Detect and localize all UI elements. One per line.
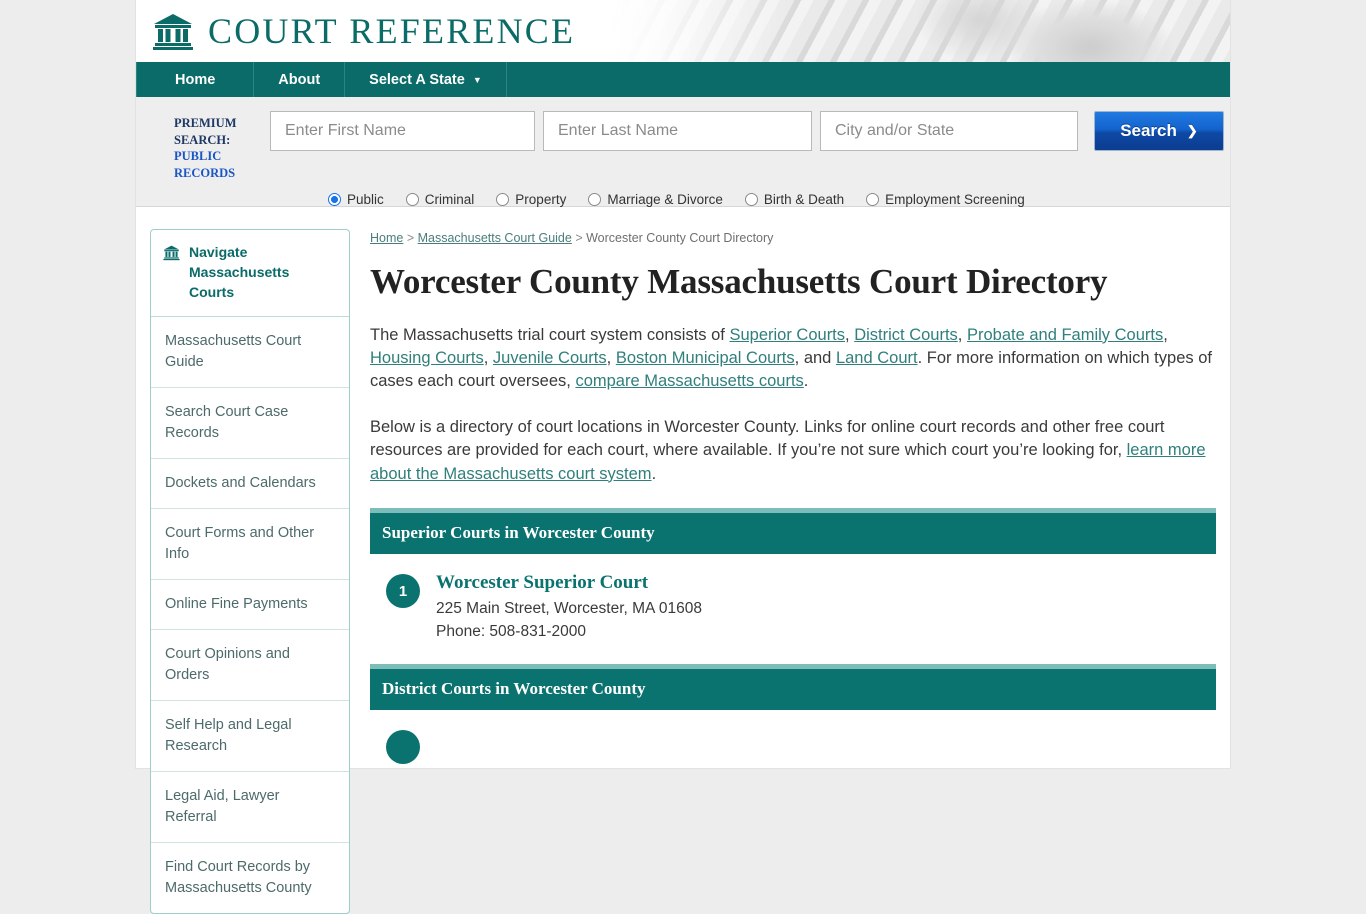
link-juvenile-courts[interactable]: Juvenile Courts — [493, 349, 607, 367]
sidebar-header: Navigate Massachusetts Courts — [151, 230, 349, 317]
link-district-courts[interactable]: District Courts — [854, 326, 958, 344]
intro-paragraph: The Massachusetts trial court system con… — [370, 324, 1216, 394]
breadcrumb-home-link[interactable]: Home — [370, 231, 403, 245]
directory-note-paragraph: Below is a directory of court locations … — [370, 416, 1216, 486]
directory-note-text-2: . — [651, 464, 657, 483]
primary-navigation: Home About Select A State ▼ — [136, 62, 1230, 97]
courthouse-icon — [163, 244, 180, 261]
breadcrumb: Home > Massachusetts Court Guide > Worce… — [370, 231, 1216, 245]
sidebar-item-court-forms-and-other-info[interactable]: Court Forms and Other Info — [151, 509, 349, 580]
radio-option-employment-screening[interactable]: Employment Screening — [866, 192, 1025, 207]
court-phone: Phone: 508-831-2000 — [436, 622, 586, 640]
sidebar-header-text: Navigate Massachusetts Courts — [189, 243, 337, 303]
intro-text-1: The Massachusetts trial court system con… — [370, 325, 730, 344]
nav-item-home[interactable]: Home — [136, 62, 255, 97]
radio-option-criminal[interactable]: Criminal — [405, 192, 475, 207]
court-name-link[interactable]: Worcester Superior Court — [436, 572, 648, 594]
premium-label-line-4: RECORDS — [174, 165, 236, 180]
breadcrumb-current: Worcester County Court Directory — [586, 231, 774, 245]
radio-property-label: Property — [515, 192, 567, 207]
intro-text-9: . — [803, 372, 809, 391]
nav-item-about-label: About — [278, 71, 321, 88]
premium-label-line-3: PUBLIC — [174, 149, 222, 163]
search-category-radio-group: Public Criminal Property Marriage & Divo… — [150, 192, 1216, 207]
sidebar-item-dockets-and-calendars[interactable]: Dockets and Calendars — [151, 459, 349, 509]
court-number-badge: 1 — [386, 574, 420, 609]
link-land-court[interactable]: Land Court — [836, 349, 918, 367]
premium-search-bar: PREMIUM SEARCH: PUBLIC RECORDS Search ❯ … — [136, 97, 1230, 207]
intro-text-6: , — [606, 348, 616, 367]
search-button[interactable]: Search ❯ — [1094, 111, 1224, 151]
radio-marriage-divorce-label: Marriage & Divorce — [607, 192, 723, 207]
radio-property-dot[interactable] — [496, 193, 510, 206]
link-probate-and-family-courts[interactable]: Probate and Family Courts — [967, 326, 1163, 344]
nav-item-home-label: Home — [175, 71, 216, 88]
intro-text-5: , — [483, 348, 493, 367]
last-name-input[interactable] — [543, 111, 812, 151]
court-list-item-partial — [370, 722, 1216, 770]
nav-item-about[interactable]: About — [254, 62, 346, 97]
intro-text-4: , — [1163, 325, 1168, 344]
radio-option-marriage-divorce[interactable]: Marriage & Divorce — [588, 192, 723, 207]
link-superior-courts[interactable]: Superior Courts — [729, 326, 845, 344]
court-address: 225 Main Street, Worcester, MA 01608 — [436, 600, 702, 618]
sidebar-header-line-2: Massachusetts Courts — [189, 263, 290, 300]
page-container: COURT REFERENCE Home About Select A Stat… — [136, 0, 1230, 914]
sidebar-item-massachusetts-court-guide[interactable]: Massachusetts Court Guide — [151, 317, 349, 388]
premium-search-label: PREMIUM SEARCH: PUBLIC RECORDS — [150, 111, 270, 181]
nav-filler — [507, 62, 1230, 97]
site-brand-title: COURT REFERENCE — [208, 11, 576, 51]
chevron-right-icon: ❯ — [1186, 123, 1198, 138]
intro-text-3: , — [957, 325, 967, 344]
court-number-badge-partial — [386, 729, 420, 764]
main-column: Home > Massachusetts Court Guide > Worce… — [370, 229, 1216, 914]
sidebar-header-line-1: Navigate — [189, 244, 248, 260]
premium-label-line-1: PREMIUM — [174, 116, 237, 130]
radio-option-public[interactable]: Public — [328, 192, 384, 207]
breadcrumb-guide-link[interactable]: Massachusetts Court Guide — [418, 231, 572, 245]
radio-birth-death-label: Birth & Death — [763, 192, 845, 207]
sidebar-navigate-courts: Navigate Massachusetts Courts Massachuse… — [150, 229, 350, 914]
radio-criminal-label: Criminal — [424, 192, 475, 207]
first-name-input[interactable] — [270, 111, 535, 151]
link-housing-courts[interactable]: Housing Courts — [370, 349, 484, 367]
superior-courts-list: 1 Worcester Superior Court 225 Main Stre… — [370, 554, 1216, 650]
link-compare-massachusetts-courts[interactable]: compare Massachusetts courts — [575, 372, 803, 390]
sidebar-item-find-court-records-by-county[interactable]: Find Court Records by Massachusetts Coun… — [151, 843, 349, 913]
city-state-input[interactable] — [820, 111, 1078, 151]
link-boston-municipal-courts[interactable]: Boston Municipal Courts — [616, 349, 795, 367]
sidebar-item-court-opinions-and-orders[interactable]: Court Opinions and Orders — [151, 630, 349, 701]
radio-employment-screening-label: Employment Screening — [885, 192, 1025, 207]
radio-option-property[interactable]: Property — [496, 192, 566, 207]
radio-public-label: Public — [347, 192, 384, 207]
radio-employment-screening-dot[interactable] — [866, 193, 880, 206]
radio-marriage-divorce-dot[interactable] — [588, 193, 602, 206]
intro-text-7: , and — [794, 348, 836, 367]
nav-item-select-a-state[interactable]: Select A State ▼ — [345, 62, 507, 97]
directory-note-text-1: Below is a directory of court locations … — [370, 417, 1165, 460]
breadcrumb-separator-2: > — [571, 231, 587, 245]
page-title: Worcester County Massachusetts Court Dir… — [370, 262, 1108, 301]
nav-item-select-a-state-label: Select A State — [369, 71, 465, 88]
radio-birth-death-dot[interactable] — [744, 193, 758, 206]
radio-public-dot[interactable] — [328, 193, 341, 206]
section-header-district-courts: District Courts in Worcester County — [370, 663, 1216, 710]
search-button-label: Search — [1120, 121, 1177, 140]
sidebar-item-search-court-case-records[interactable]: Search Court Case Records — [151, 388, 349, 459]
premium-label-line-2: SEARCH: — [174, 132, 231, 147]
sidebar-item-self-help-and-legal-research[interactable]: Self Help and Legal Research — [151, 701, 349, 772]
court-list-item: 1 Worcester Superior Court 225 Main Stre… — [370, 566, 1216, 650]
district-courts-list — [370, 710, 1216, 770]
content-area: Navigate Massachusetts Courts Massachuse… — [136, 207, 1230, 914]
chevron-down-icon: ▼ — [472, 74, 482, 85]
courthouse-logo-icon — [152, 12, 194, 50]
radio-option-birth-death[interactable]: Birth & Death — [744, 192, 845, 207]
intro-text-2: , — [845, 325, 855, 344]
sidebar-item-online-fine-payments[interactable]: Online Fine Payments — [151, 580, 349, 630]
radio-criminal-dot[interactable] — [405, 193, 419, 206]
site-masthead: COURT REFERENCE — [136, 0, 1230, 62]
sidebar-item-legal-aid-lawyer-referral[interactable]: Legal Aid, Lawyer Referral — [151, 772, 349, 843]
section-header-superior-courts: Superior Courts in Worcester County — [370, 508, 1216, 555]
breadcrumb-separator-1: > — [403, 231, 418, 245]
